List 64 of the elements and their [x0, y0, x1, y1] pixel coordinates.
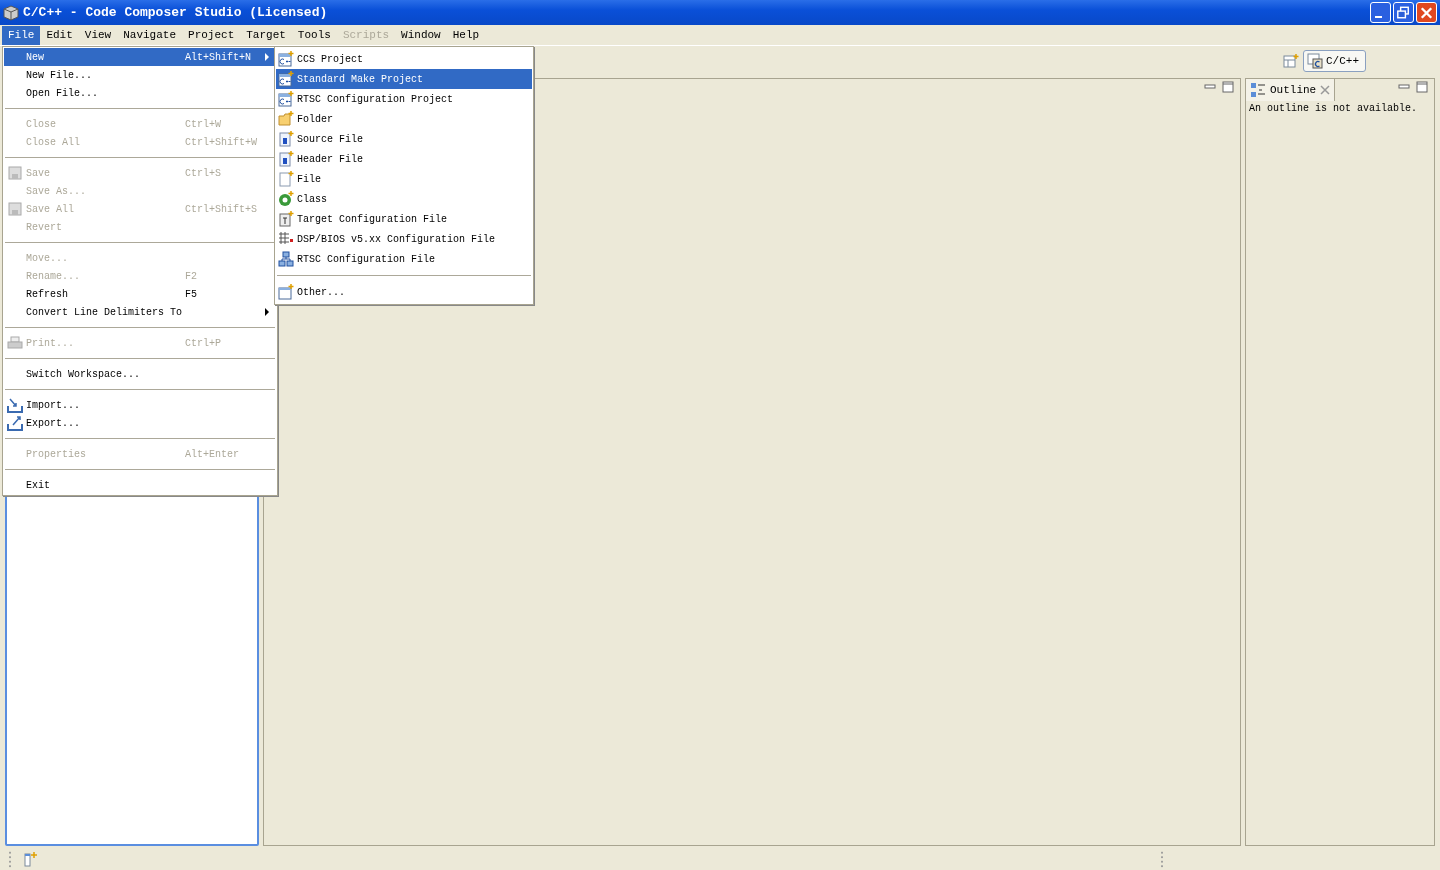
menu-bar-item[interactable]: File [2, 25, 41, 45]
menu-bar-item[interactable]: Target [240, 25, 292, 45]
open-perspective-icon[interactable] [1283, 53, 1299, 69]
menu-bar-item[interactable]: View [78, 25, 118, 45]
menu-item[interactable]: Other... [276, 282, 532, 302]
file-icon [278, 131, 294, 147]
grid-icon [278, 231, 294, 247]
cube-icon [3, 4, 19, 21]
menu-item[interactable]: Standard Make Project [276, 69, 532, 89]
close-icon[interactable] [1320, 85, 1331, 95]
menu-item[interactable]: Open File... [4, 84, 276, 102]
window-title: C/C++ - Code Composer Studio (Licensed) [23, 5, 329, 20]
menu-item[interactable]: Exit [4, 476, 276, 494]
project-icon [278, 51, 294, 67]
import-icon [7, 397, 23, 413]
folder-icon [278, 111, 294, 127]
wizard-icon [278, 284, 294, 300]
menu-item[interactable]: Target Configuration File [276, 209, 532, 229]
outline-icon [1250, 82, 1266, 98]
menu-item[interactable]: Export... [4, 414, 276, 432]
menu-item[interactable]: Import... [4, 396, 276, 414]
class-icon [278, 191, 294, 207]
menu-item[interactable]: Folder [276, 109, 532, 129]
menu-bar-item[interactable]: Navigate [117, 25, 183, 45]
file-icon [278, 151, 294, 167]
menu-item[interactable]: Header File [276, 149, 532, 169]
outline-tab[interactable]: Outline [1246, 79, 1336, 101]
minimize-icon [1375, 15, 1382, 18]
status-grip-icon [8, 850, 12, 868]
hierarchy-icon [278, 251, 294, 267]
export-icon [7, 415, 23, 431]
menu-item[interactable]: Source File [276, 129, 532, 149]
maximize-view-icon[interactable] [1416, 81, 1428, 93]
menu-bar-item[interactable]: Edit [40, 25, 79, 45]
restore-button[interactable] [1393, 2, 1414, 23]
menu-bar-item[interactable]: Help [446, 25, 486, 45]
menu-item[interactable]: DSP/BIOS v5.xx Configuration File [276, 229, 532, 249]
project-icon [278, 71, 294, 87]
menu-item[interactable]: RTSC Configuration File [276, 249, 532, 269]
perspective-button[interactable]: C/C++ [1303, 50, 1366, 72]
perspective-icon [1307, 53, 1323, 69]
menu-item[interactable]: CCS Project [276, 49, 532, 69]
menu-item[interactable]: RTSC Configuration Project [276, 89, 532, 109]
outline-tab-label: Outline [1270, 84, 1317, 96]
document-icon [278, 211, 294, 227]
fast-view-icon[interactable] [24, 851, 38, 867]
menu-bar-item[interactable]: Project [182, 25, 241, 45]
menu-item[interactable]: Convert Line Delimiters To [4, 303, 276, 321]
printer-icon [7, 335, 23, 351]
menu-bar-item[interactable]: Window [395, 25, 447, 45]
outline-message: An outline is not available. [1248, 102, 1419, 116]
menu-item[interactable]: File [276, 169, 532, 189]
maximize-view-icon[interactable] [1222, 81, 1234, 93]
status-grip-icon [1160, 850, 1164, 868]
menu-bar-item[interactable]: Tools [291, 25, 337, 45]
close-button[interactable] [1416, 2, 1437, 23]
menu-item[interactable]: Switch Workspace... [4, 365, 276, 383]
file-icon [278, 171, 294, 187]
menu-item[interactable]: New Alt+Shift+N [4, 48, 276, 66]
menu-item[interactable]: Class [276, 189, 532, 209]
menu-item[interactable]: New File... [4, 66, 276, 84]
minimize-button[interactable] [1370, 2, 1391, 23]
project-icon [278, 91, 294, 107]
menu-item[interactable]: Refresh F5 [4, 285, 276, 303]
